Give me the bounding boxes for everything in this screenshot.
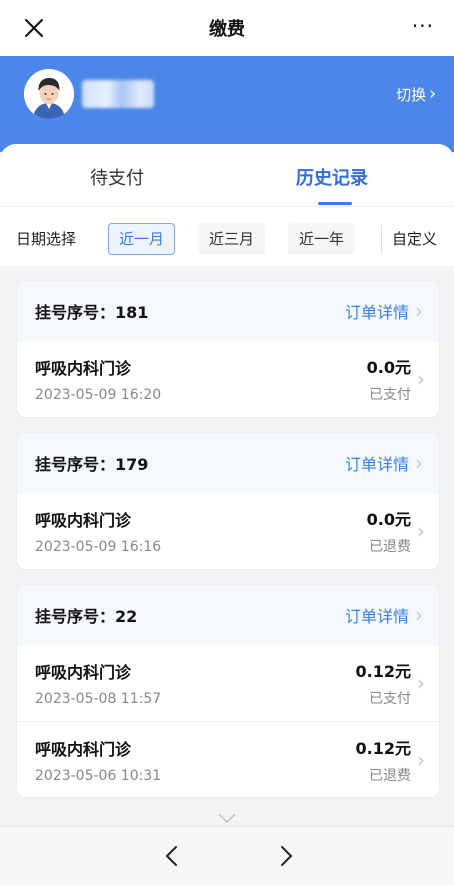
order-card: 挂号序号：22 订单详情 › 呼吸内科门诊 2023-05-08 11:57 0… [16,584,440,798]
department-name: 呼吸内科门诊 [35,359,132,378]
user-name-redacted [82,80,154,108]
order-detail-label: 订单详情 [344,455,409,474]
chevron-right-icon: › [417,747,425,772]
order-card: 挂号序号：179 订单详情 › 呼吸内科门诊 2023-05-09 16:16 … [16,432,440,570]
order-card-header: 挂号序号：22 订单详情 › [17,585,439,645]
forward-arrow-icon[interactable] [274,843,298,869]
chevron-right-icon: › [415,603,423,627]
chevron-right-icon: › [417,367,425,391]
department-name: 呼吸内科门诊 [35,663,132,682]
payment-status: 已支付 [369,387,411,403]
order-detail-link[interactable]: 订单详情 › [345,299,423,323]
tab-history[interactable]: 历史记录 [296,164,368,190]
payment-time: 2023-05-06 10:31 [35,767,162,784]
chevron-right-icon: › [417,671,425,695]
chevron-down-icon [218,813,236,824]
payment-amount: 0.12元 [355,738,411,758]
order-detail-link[interactable]: 订单详情 › [345,603,423,627]
back-arrow-icon[interactable] [160,843,184,869]
chevron-right-icon: › [417,519,425,543]
registration-serial: 挂号序号：22 [35,607,138,626]
custom-date-button[interactable]: 自定义 [392,228,437,249]
payment-time: 2023-05-09 16:16 [35,539,162,555]
avatar [24,69,74,119]
order-list: 挂号序号：181 订单详情 › 呼吸内科门诊 2023-05-09 16:20 … [16,280,440,812]
tab-bar: 待支付 历史记录 [0,144,454,206]
payment-amount: 0.0元 [366,358,411,377]
order-card-header: 挂号序号：181 订单详情 › [17,281,439,341]
payment-status: 已退费 [369,539,411,555]
more-icon[interactable]: ··· [412,14,434,38]
payment-time: 2023-05-09 16:20 [35,387,162,403]
payment-row[interactable]: 呼吸内科门诊 2023-05-06 10:31 0.12元 已退费 › [17,721,439,797]
active-tab-indicator [318,202,352,205]
payment-amount: 0.0元 [366,510,411,529]
registration-serial: 挂号序号：181 [35,303,149,322]
tab-pending-payment[interactable]: 待支付 [90,164,144,190]
chevron-right-icon: › [415,299,423,323]
payment-time: 2023-05-08 11:57 [35,691,162,707]
payment-row[interactable]: 呼吸内科门诊 2023-05-09 16:16 0.0元 已退费 › [17,493,439,569]
bottom-nav-bar [0,826,454,885]
payment-amount: 0.12元 [355,662,411,681]
switch-user-button[interactable]: 切换 › [396,84,436,105]
payment-row[interactable]: 呼吸内科门诊 2023-05-08 11:57 0.12元 已支付 › [17,645,439,721]
chevron-right-icon: › [415,451,423,475]
payment-row[interactable]: 呼吸内科门诊 2023-05-09 16:20 0.0元 已支付 › [17,341,439,417]
order-card: 挂号序号：181 订单详情 › 呼吸内科门诊 2023-05-09 16:20 … [16,280,440,418]
department-name: 呼吸内科门诊 [35,739,132,759]
date-chip-last-month[interactable]: 近一月 [108,223,176,255]
chevron-right-icon: › [429,84,436,104]
order-detail-link[interactable]: 订单详情 › [345,451,423,475]
date-filter-bar: 日期选择 近一月 近三月 近一年 自定义 [0,206,454,266]
order-detail-label: 订单详情 [344,303,409,322]
order-detail-label: 订单详情 [344,607,409,626]
date-chip-last-year[interactable]: 近一年 [288,223,356,255]
date-chip-last-three-months[interactable]: 近三月 [198,223,266,255]
user-banner: 切换 › [0,56,454,152]
payment-status: 已退费 [369,767,411,784]
department-name: 呼吸内科门诊 [35,511,132,530]
top-nav-bar: 缴费 ··· [0,0,454,56]
registration-serial: 挂号序号：179 [35,455,149,474]
payment-status: 已支付 [369,691,411,707]
switch-label: 切换 [396,86,427,104]
avatar-icon [24,69,74,119]
divider [381,225,382,253]
close-icon[interactable] [20,14,48,42]
page-title: 缴费 [209,19,245,40]
date-filter-label: 日期选择 [16,230,77,248]
order-card-header: 挂号序号：179 订单详情 › [17,433,439,493]
